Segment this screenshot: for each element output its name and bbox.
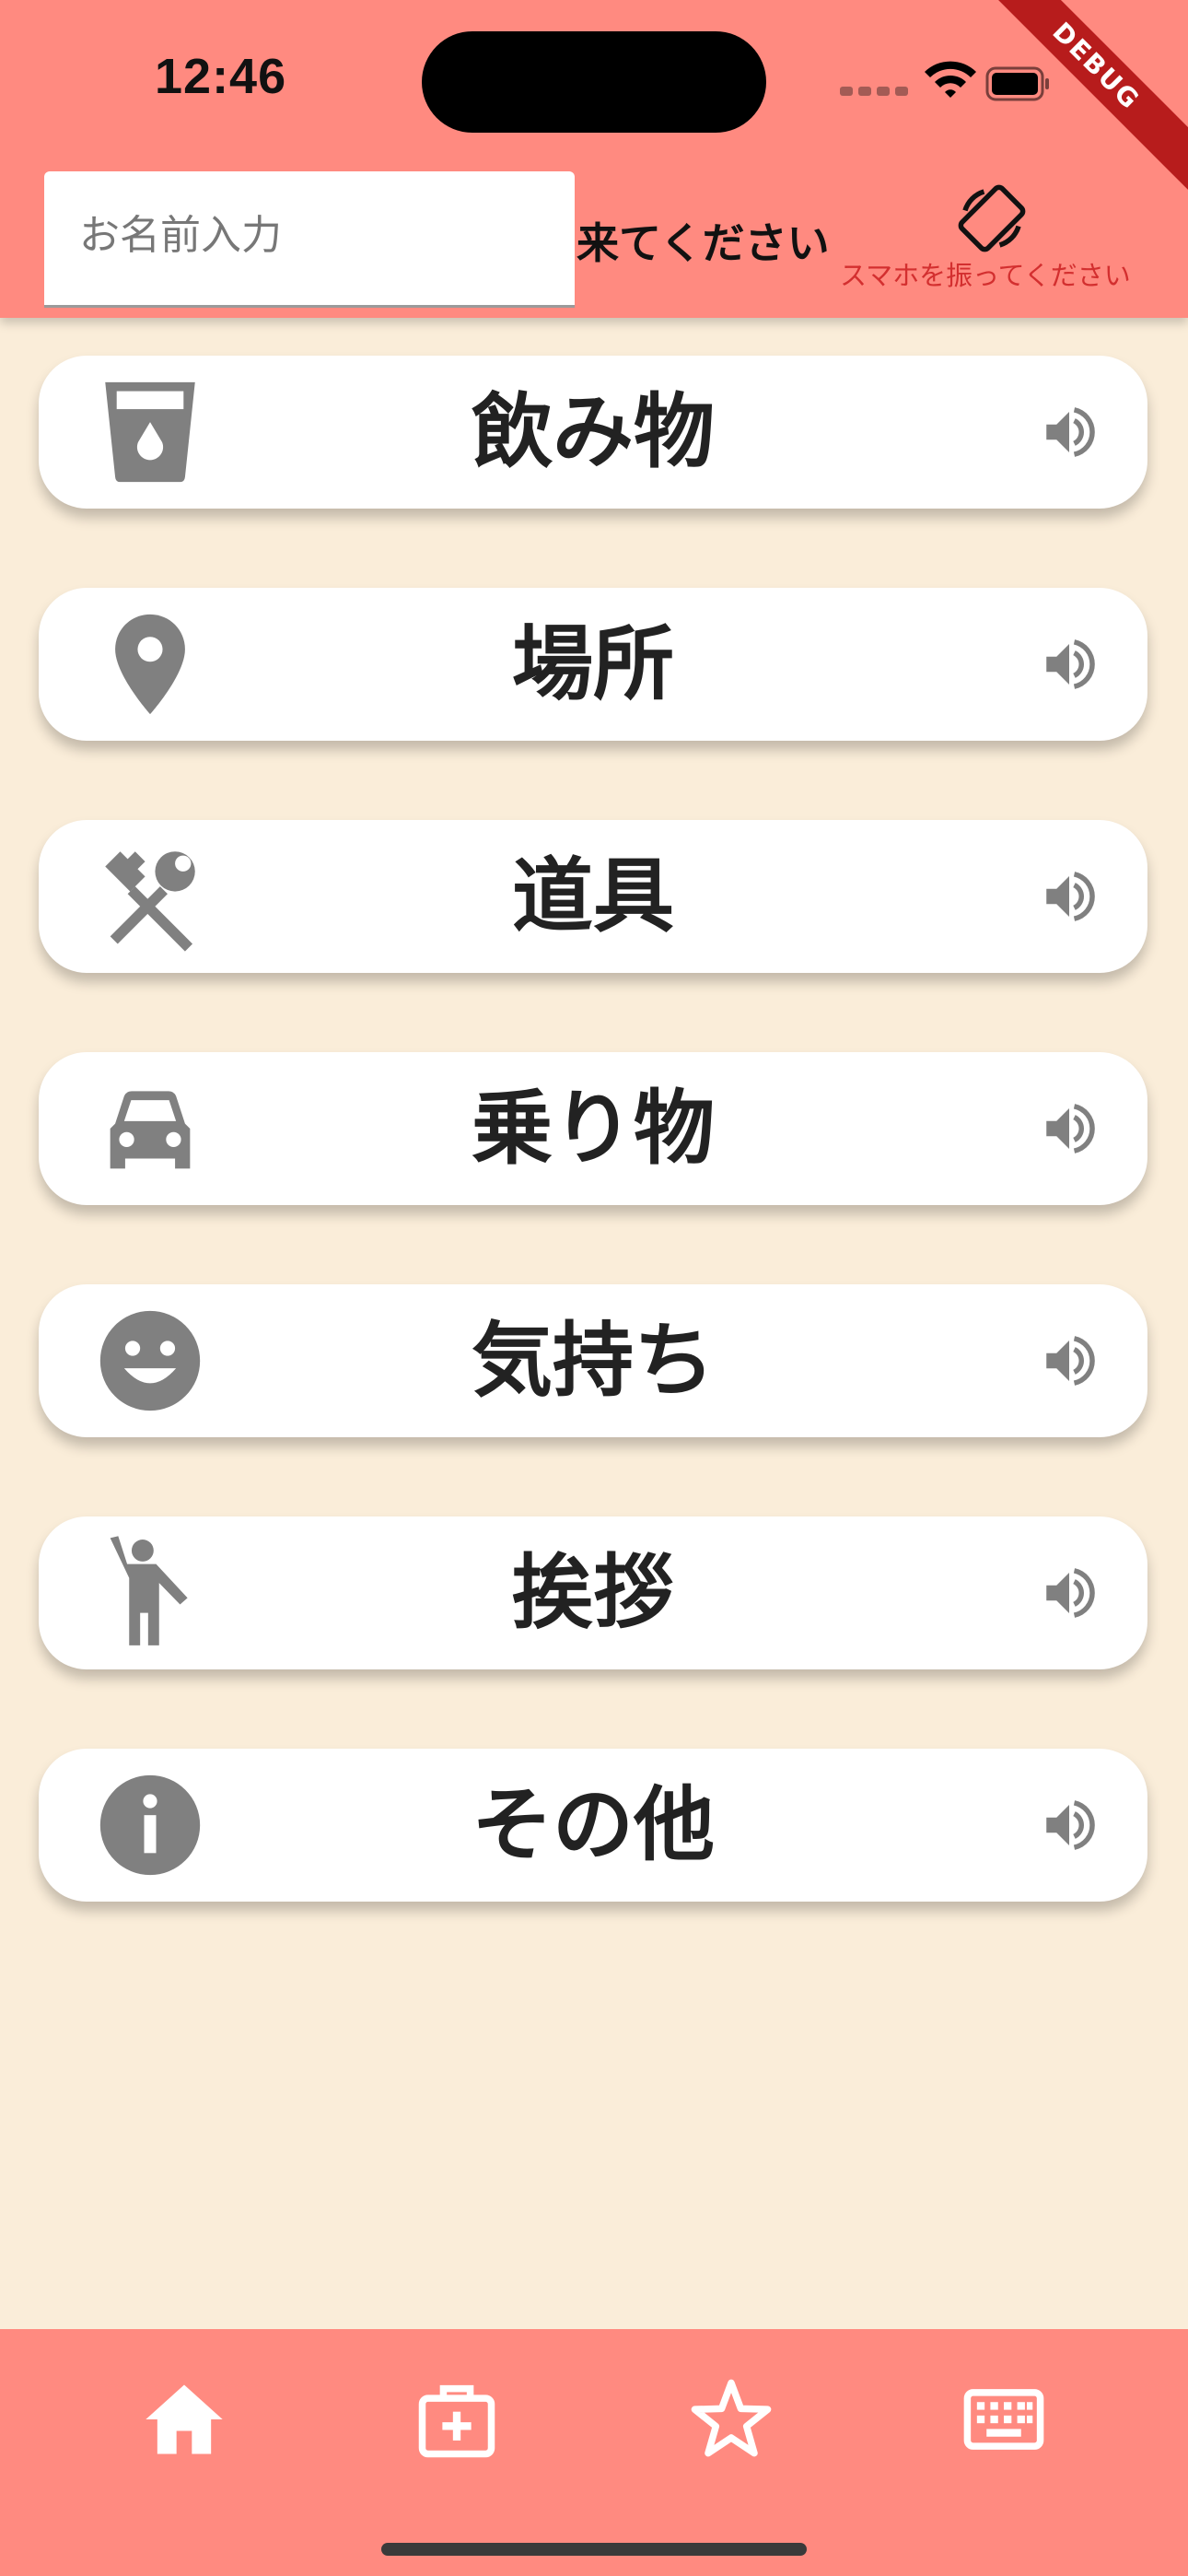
speaker-icon[interactable] <box>1039 1330 1100 1391</box>
shake-instruction: スマホを振ってください <box>840 260 1131 291</box>
bottom-navigation <box>0 2329 1188 2576</box>
star-icon[interactable] <box>685 2373 777 2465</box>
category-card-drink[interactable]: 飲み物 <box>39 356 1147 509</box>
call-text: 来てください <box>577 218 830 268</box>
category-label: 飲み物 <box>471 384 715 479</box>
status-icons <box>840 61 1049 101</box>
home-indicator <box>381 2543 807 2556</box>
signal-icon <box>840 87 908 96</box>
category-label: 場所 <box>511 616 674 711</box>
wifi-icon <box>925 61 976 98</box>
speaker-icon[interactable] <box>1039 634 1100 695</box>
speaker-icon[interactable] <box>1039 1098 1100 1159</box>
name-input[interactable]: お名前入力 <box>44 171 575 308</box>
dynamic-island <box>422 31 766 133</box>
speaker-icon[interactable] <box>1039 402 1100 463</box>
category-card-place[interactable]: 場所 <box>39 588 1147 741</box>
keyboard-icon[interactable] <box>958 2373 1050 2465</box>
category-label: 挨拶 <box>511 1545 674 1640</box>
category-label: 気持ち <box>471 1313 715 1408</box>
category-card-other[interactable]: その他 <box>39 1749 1147 1902</box>
category-card-vehicle[interactable]: 乗り物 <box>39 1052 1147 1205</box>
speaker-icon[interactable] <box>1039 866 1100 927</box>
app-header: 12:46 お名前入力 来てください スマホを振ってください <box>0 0 1188 318</box>
speaker-icon[interactable] <box>1039 1795 1100 1856</box>
category-label: 乗り物 <box>471 1081 715 1176</box>
battery-icon <box>985 66 1049 101</box>
home-icon[interactable] <box>138 2373 230 2465</box>
category-card-greeting[interactable]: 挨拶 <box>39 1516 1147 1669</box>
medical-kit-icon[interactable] <box>411 2373 503 2465</box>
speaker-icon[interactable] <box>1039 1563 1100 1623</box>
category-card-feelings[interactable]: 気持ち <box>39 1284 1147 1437</box>
status-time: 12:46 <box>155 49 287 104</box>
category-label: その他 <box>471 1777 715 1872</box>
category-card-tools[interactable]: 道具 <box>39 820 1147 973</box>
screen-rotation-icon[interactable] <box>954 181 1030 256</box>
category-label: 道具 <box>511 849 674 943</box>
